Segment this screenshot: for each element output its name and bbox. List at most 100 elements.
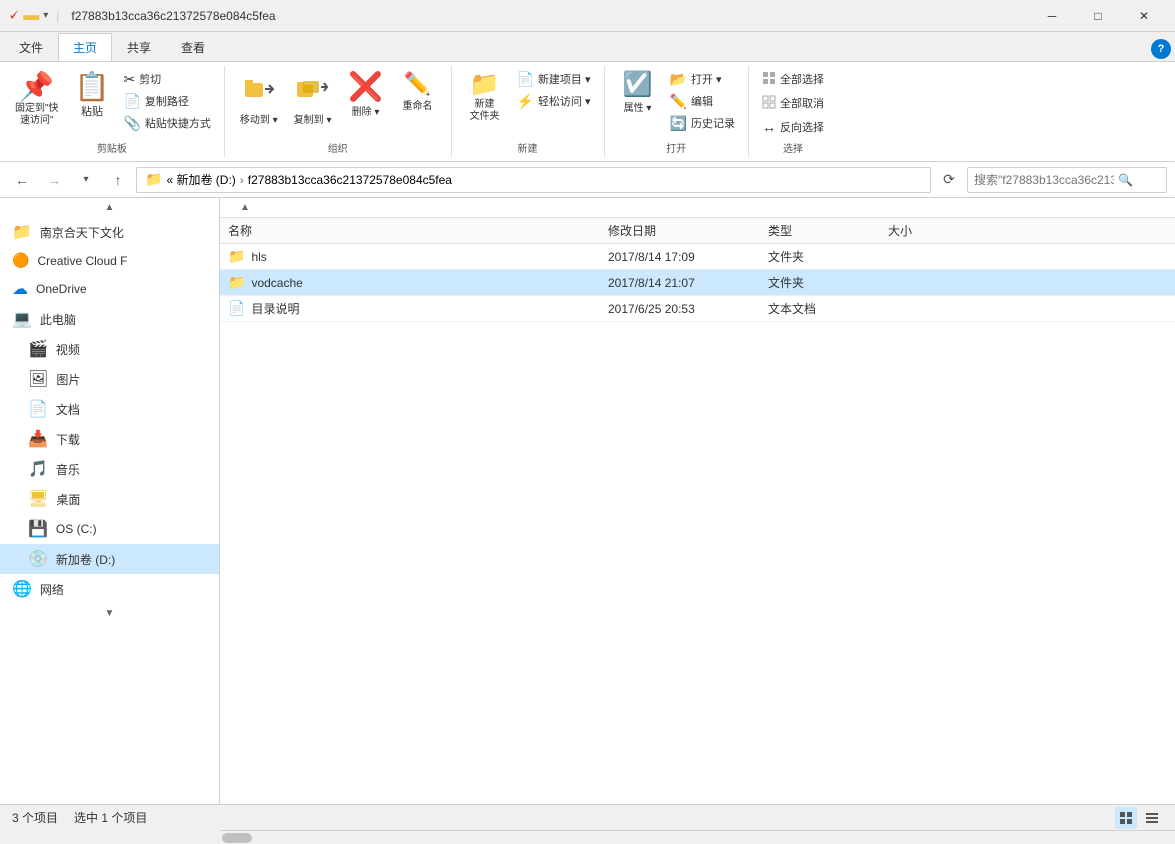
copy-path-button[interactable]: 📄 复制路径	[118, 90, 215, 112]
recent-button[interactable]: ▾	[72, 166, 100, 194]
tab-view[interactable]: 查看	[166, 33, 220, 61]
sidebar-item-documents[interactable]: 📄 文档	[0, 394, 219, 424]
history-icon: 🔄	[670, 115, 687, 132]
copy-to-button[interactable]: 复制到 ▾	[287, 68, 339, 131]
file-name-readme: 📄 目录说明	[220, 300, 600, 317]
sidebar-item-onedrive[interactable]: ☁ OneDrive	[0, 274, 219, 304]
sidebar-item-downloads[interactable]: 📥 下载	[0, 424, 219, 454]
close-button[interactable]: ✕	[1121, 0, 1167, 32]
breadcrumb-drive[interactable]: « 新加卷 (D:)	[166, 171, 235, 188]
deselect-all-icon	[762, 95, 776, 112]
address-icon: 📁	[145, 171, 162, 188]
breadcrumb-folder[interactable]: f27883b13cca36c21372578e084c5fea	[248, 173, 452, 187]
minimize-button[interactable]: ─	[1029, 0, 1075, 32]
file-list-header: 名称 修改日期 类型 大小	[220, 218, 1175, 244]
deselect-all-button[interactable]: 全部取消	[757, 92, 829, 114]
sort-indicator-bar: ▲	[220, 198, 1175, 218]
address-box[interactable]: 📁 « 新加卷 (D:) › f27883b13cca36c21372578e0…	[136, 167, 931, 193]
rename-button[interactable]: ✏️ 重命名	[393, 68, 443, 117]
rename-icon: ✏️	[404, 73, 431, 95]
easy-access-button[interactable]: ⚡ 轻松访问 ▾	[512, 90, 596, 112]
sidebar-item-desktop[interactable]: 🖥 桌面	[0, 484, 219, 514]
folder-icon: 📁	[12, 222, 32, 242]
organize-content: 移动到 ▾ 复制到 ▾ ❌ 删除 ▾ ✏️ 重命名	[233, 68, 443, 138]
file-row-hls[interactable]: 📁 hls 2017/8/14 17:09 文件夹	[220, 244, 1175, 270]
clipboard-small-col: ✂ 剪切 📄 复制路径 📎 粘贴快捷方式	[118, 68, 215, 134]
paste-button[interactable]: 📋 粘贴	[68, 68, 117, 124]
file-date-readme: 2017/6/25 20:53	[600, 302, 760, 316]
list-view-button[interactable]	[1141, 807, 1163, 829]
sidebar: ▲ 📁 南京合天下文化 🟠 Creative Cloud F ☁ OneDriv…	[0, 198, 220, 804]
move-icon	[243, 73, 275, 109]
scissors-icon: ✂	[123, 71, 135, 88]
refresh-button[interactable]: ⟳	[935, 166, 963, 194]
delete-button[interactable]: ❌ 删除 ▾	[341, 68, 391, 123]
search-input[interactable]	[974, 173, 1114, 187]
cut-button[interactable]: ✂ 剪切	[118, 68, 215, 90]
copy-path-icon: 📄	[123, 93, 140, 110]
clipboard-content: 📌 固定到"快速访问" 📋 粘贴 ✂ 剪切 📄 复制路径	[8, 68, 216, 138]
paste-shortcut-button[interactable]: 📎 粘贴快捷方式	[118, 112, 215, 134]
title-icon-1: 🗸	[8, 7, 19, 25]
main-area: ▲ 📁 南京合天下文化 🟠 Creative Cloud F ☁ OneDriv…	[0, 198, 1175, 804]
horizontal-scrollbar[interactable]	[220, 830, 1175, 844]
ribbon-group-select: 全部选择 全部取消 ↔ 反向选择 选择	[749, 66, 837, 157]
col-header-name[interactable]: 名称	[220, 222, 600, 239]
file-name-text: 目录说明	[251, 300, 299, 317]
help-button[interactable]: ?	[1151, 39, 1171, 59]
edit-button[interactable]: ✏️ 编辑	[665, 90, 740, 112]
sidebar-item-this-pc[interactable]: 💻 此电脑	[0, 304, 219, 334]
grid-view-button[interactable]	[1115, 807, 1137, 829]
col-name-label: 名称	[228, 222, 252, 239]
sidebar-item-network[interactable]: 🌐 网络	[0, 574, 219, 604]
select-label: 选择	[783, 138, 803, 155]
history-button[interactable]: 🔄 历史记录	[665, 112, 740, 134]
properties-icon: ☑️	[623, 73, 653, 97]
sidebar-scroll-down[interactable]: ▼	[0, 604, 219, 623]
sidebar-scroll-up[interactable]: ▲	[0, 198, 219, 217]
sidebar-item-video[interactable]: 🎬 视频	[0, 334, 219, 364]
status-bar: 3 个项目 选中 1 个项目	[0, 804, 1175, 830]
sidebar-item-creative-cloud[interactable]: 🟠 Creative Cloud F	[0, 247, 219, 274]
sidebar-item-label: 图片	[56, 371, 80, 388]
forward-button[interactable]: →	[40, 166, 68, 194]
file-name-hls: 📁 hls	[220, 248, 600, 265]
pin-button[interactable]: 📌 固定到"快速访问"	[8, 68, 66, 132]
sidebar-item-os-c[interactable]: 💾 OS (C:)	[0, 514, 219, 544]
select-all-button[interactable]: 全部选择	[757, 68, 829, 90]
col-header-size[interactable]: 大小	[880, 222, 1175, 239]
sidebar-item-music[interactable]: 🎵 音乐	[0, 454, 219, 484]
sidebar-item-label: OS (C:)	[56, 522, 97, 536]
properties-button[interactable]: ☑️ 属性 ▾	[613, 68, 663, 119]
up-button[interactable]: ↑	[104, 166, 132, 194]
col-header-type[interactable]: 类型	[760, 222, 880, 239]
back-button[interactable]: ←	[8, 166, 36, 194]
new-label: 新建	[518, 138, 538, 155]
os-c-icon: 💾	[28, 519, 48, 539]
file-row-readme[interactable]: 📄 目录说明 2017/6/25 20:53 文本文档	[220, 296, 1175, 322]
title-dropdown[interactable]: ▾	[43, 10, 48, 21]
file-name-text: vodcache	[251, 276, 302, 290]
sidebar-item-pictures[interactable]: 🖼 图片	[0, 364, 219, 394]
scrollbar-thumb[interactable]	[222, 833, 252, 843]
new-folder-button[interactable]: 📁 新建文件夹	[460, 68, 510, 128]
sidebar-item-d-drive[interactable]: 💿 新加卷 (D:)	[0, 544, 219, 574]
sidebar-item-label: 新加卷 (D:)	[56, 551, 115, 568]
new-item-icon: 📄	[517, 71, 534, 88]
address-path: « 新加卷 (D:) › f27883b13cca36c21372578e084…	[166, 171, 452, 188]
tab-share[interactable]: 共享	[112, 33, 166, 61]
maximize-button[interactable]: □	[1075, 0, 1121, 32]
pin-icon: 📌	[19, 73, 54, 101]
open-button[interactable]: 📂 打开 ▾	[665, 68, 740, 90]
new-item-button[interactable]: 📄 新建项目 ▾	[512, 68, 596, 90]
tab-home[interactable]: 主页	[58, 33, 112, 61]
sidebar-item-nanjing[interactable]: 📁 南京合天下文化	[0, 217, 219, 247]
search-box[interactable]: 🔍	[967, 167, 1167, 193]
invert-selection-button[interactable]: ↔ 反向选择	[757, 116, 829, 138]
move-to-button[interactable]: 移动到 ▾	[233, 68, 285, 131]
col-header-date[interactable]: 修改日期	[600, 222, 760, 239]
paste-shortcut-icon: 📎	[123, 115, 140, 132]
ribbon-group-open: ☑️ 属性 ▾ 📂 打开 ▾ ✏️ 编辑 🔄 历史记录 打开	[605, 66, 749, 157]
tab-file[interactable]: 文件	[4, 33, 58, 61]
file-row-vodcache[interactable]: 📁 vodcache 2017/8/14 21:07 文件夹	[220, 270, 1175, 296]
